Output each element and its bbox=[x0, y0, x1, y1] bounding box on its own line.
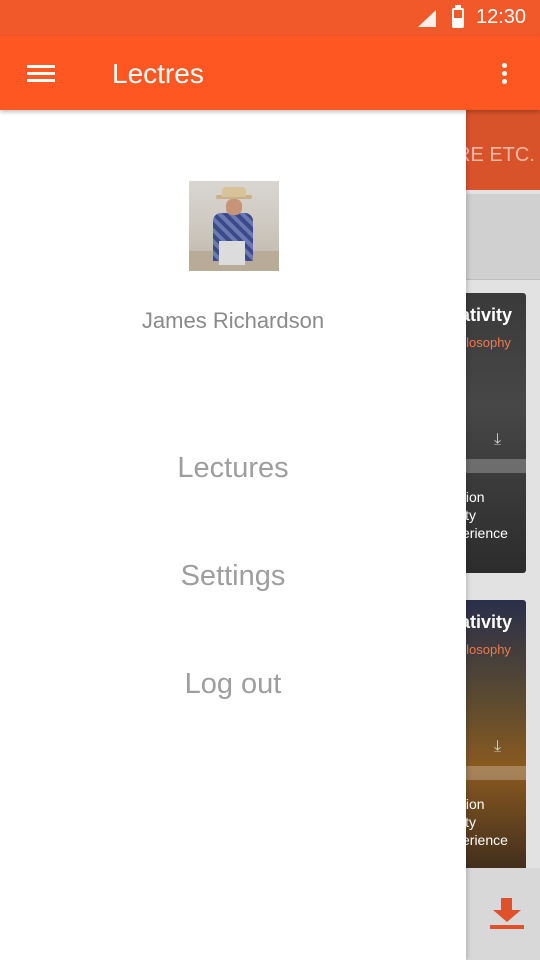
download-icon: ⤓ bbox=[494, 431, 502, 448]
card-subtitle: hilosophy bbox=[466, 335, 511, 350]
hamburger-menu-icon[interactable] bbox=[24, 60, 58, 86]
avatar[interactable] bbox=[189, 181, 279, 271]
lecture-card: ativity hilosophy ⤓ tion ity erience bbox=[466, 600, 526, 880]
app-bar: Lectres bbox=[0, 36, 540, 110]
battery-icon bbox=[452, 5, 464, 28]
card-text-line: tion bbox=[466, 796, 485, 812]
card-subtitle: hilosophy bbox=[466, 642, 511, 657]
drawer-item-settings[interactable]: Settings bbox=[0, 560, 466, 593]
background-tabs: RE ETC. bbox=[466, 110, 540, 190]
download-icon[interactable] bbox=[490, 898, 524, 934]
navigation-drawer: James Richardson Lectures Settings Log o… bbox=[0, 110, 466, 960]
card-divider bbox=[466, 459, 526, 473]
card-text-line: erience bbox=[466, 832, 508, 848]
card-divider bbox=[466, 766, 526, 780]
card-title: ativity bbox=[466, 305, 513, 325]
card-title: ativity bbox=[466, 612, 513, 632]
drawer-item-log-out[interactable]: Log out bbox=[0, 668, 466, 701]
background-content: RE ETC. ativity hilosophy ⤓ tion ity eri… bbox=[466, 110, 540, 960]
card-text-line: ity bbox=[466, 814, 476, 830]
app-title: Lectres bbox=[112, 58, 204, 89]
background-filter-bar bbox=[466, 194, 540, 280]
status-time: 12:30 bbox=[476, 6, 527, 28]
card-text-line: ity bbox=[466, 507, 476, 523]
drawer-item-lectures[interactable]: Lectures bbox=[0, 452, 466, 485]
background-tab-label: RE ETC. bbox=[466, 144, 535, 166]
bottom-bar bbox=[466, 868, 540, 960]
user-name: James Richardson bbox=[141, 308, 325, 333]
download-icon: ⤓ bbox=[494, 738, 502, 755]
lecture-card: ativity hilosophy ⤓ tion ity erience bbox=[466, 293, 526, 573]
more-vert-icon[interactable] bbox=[492, 58, 516, 88]
card-text-line: erience bbox=[466, 525, 508, 541]
signal-icon bbox=[418, 10, 436, 27]
card-text-line: tion bbox=[466, 489, 485, 505]
status-bar: 12:30 bbox=[0, 0, 540, 36]
